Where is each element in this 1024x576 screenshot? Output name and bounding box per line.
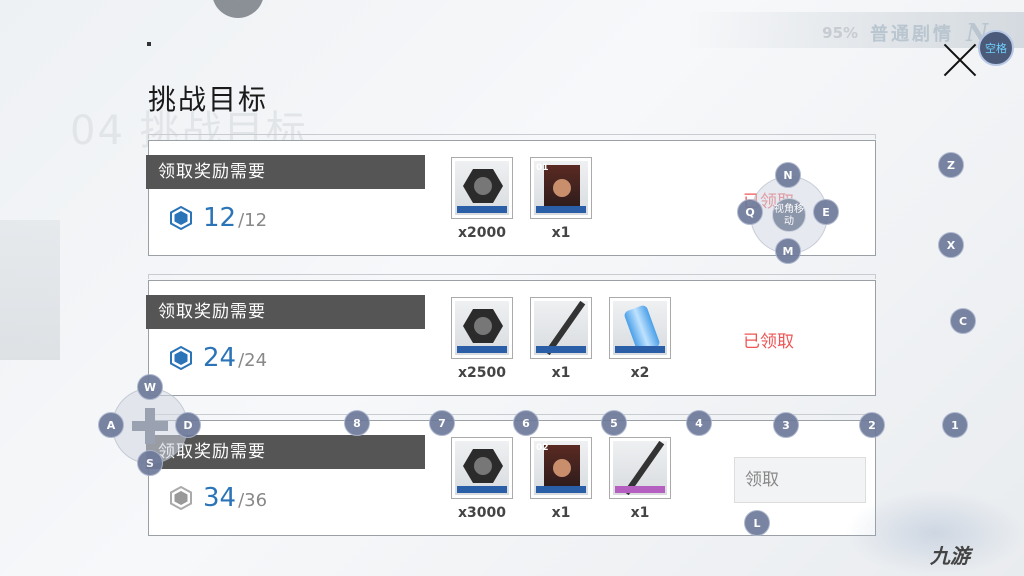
key-6[interactable]: 6: [513, 410, 539, 436]
key-3[interactable]: 3: [773, 412, 799, 438]
dpad-icon: [132, 421, 168, 431]
requirement-label: 领取奖励需要: [146, 295, 425, 329]
close-button[interactable]: [940, 40, 980, 80]
camera-move-label: 视角移动: [772, 198, 806, 232]
progress-current: 12: [203, 203, 237, 233]
reward-item[interactable]: x3000: [451, 437, 513, 521]
key-5[interactable]: 5: [601, 410, 627, 436]
reward-item[interactable]: x2: [609, 297, 671, 381]
key-2[interactable]: 2: [859, 412, 885, 438]
hexagon-icon: [170, 206, 192, 230]
progress-current: 34: [203, 483, 237, 513]
key-a[interactable]: A: [98, 412, 124, 438]
reward-item[interactable]: 01 x1: [530, 157, 592, 241]
key-z[interactable]: Z: [938, 152, 964, 178]
key-q[interactable]: Q: [737, 199, 763, 225]
reward-list: x2500 x1 x2: [451, 297, 671, 381]
requirement-label: 领取奖励需要: [146, 435, 425, 469]
character-card-icon: [544, 165, 580, 211]
key-7[interactable]: 7: [429, 410, 455, 436]
card-number: 02: [536, 443, 549, 453]
reward-item[interactable]: x2000: [451, 157, 513, 241]
reward-qty: x1: [630, 505, 650, 521]
progress: 34 /36: [169, 483, 267, 513]
space-key-hint: 空格: [978, 30, 1014, 66]
nut-icon: [463, 309, 503, 343]
progress-total: /24: [238, 350, 268, 371]
reward-item[interactable]: x2500: [451, 297, 513, 381]
nut-icon: [463, 449, 503, 483]
background-panel: [0, 220, 60, 360]
claimed-status: 已领取: [743, 332, 794, 352]
reward-qty: x2500: [458, 365, 506, 381]
reward-qty: x2: [630, 365, 650, 381]
key-4[interactable]: 4: [686, 410, 712, 436]
reward-qty: x1: [551, 505, 571, 521]
key-l[interactable]: L: [744, 510, 770, 536]
hexagon-icon: [170, 346, 192, 370]
reward-item[interactable]: x1: [530, 297, 592, 381]
key-s[interactable]: S: [137, 450, 163, 476]
key-w[interactable]: W: [137, 374, 163, 400]
reward-list: x3000 02 x1 x1: [451, 437, 671, 521]
key-x[interactable]: X: [938, 232, 964, 258]
progress-total: /36: [238, 490, 268, 511]
reward-qty: x1: [551, 225, 571, 241]
top-menu-icon[interactable]: [212, 0, 264, 18]
progress-current: 24: [203, 343, 237, 373]
key-e[interactable]: E: [813, 199, 839, 225]
reward-item[interactable]: x1: [609, 437, 671, 521]
watermark-logo: 九游: [930, 544, 970, 568]
nut-icon: [463, 169, 503, 203]
reward-qty: x2000: [458, 225, 506, 241]
key-8[interactable]: 8: [344, 410, 370, 436]
card-number: 01: [536, 163, 549, 173]
key-1[interactable]: 1: [942, 412, 968, 438]
requirement-label: 领取奖励需要: [146, 155, 425, 189]
challenge-card: 领取奖励需要 24 /24 x2500 x1 x2 已领取: [146, 274, 876, 396]
key-c[interactable]: C: [950, 308, 976, 334]
reward-qty: x3000: [458, 505, 506, 521]
progress: 12 /12: [169, 203, 267, 233]
character-card-icon: [544, 445, 580, 491]
progress: 24 /24: [169, 343, 267, 373]
key-n[interactable]: N: [775, 162, 801, 188]
reward-list: x2000 01 x1: [451, 157, 592, 241]
key-d[interactable]: D: [175, 412, 201, 438]
progress-percent: 95%: [822, 23, 859, 42]
page-title: 挑战目标: [148, 83, 269, 116]
hexagon-icon: [170, 486, 192, 510]
reward-item[interactable]: 02 x1: [530, 437, 592, 521]
reward-qty: x1: [551, 365, 571, 381]
decor-dot: [147, 42, 151, 46]
key-m[interactable]: M: [775, 238, 801, 264]
progress-total: /12: [238, 210, 268, 231]
